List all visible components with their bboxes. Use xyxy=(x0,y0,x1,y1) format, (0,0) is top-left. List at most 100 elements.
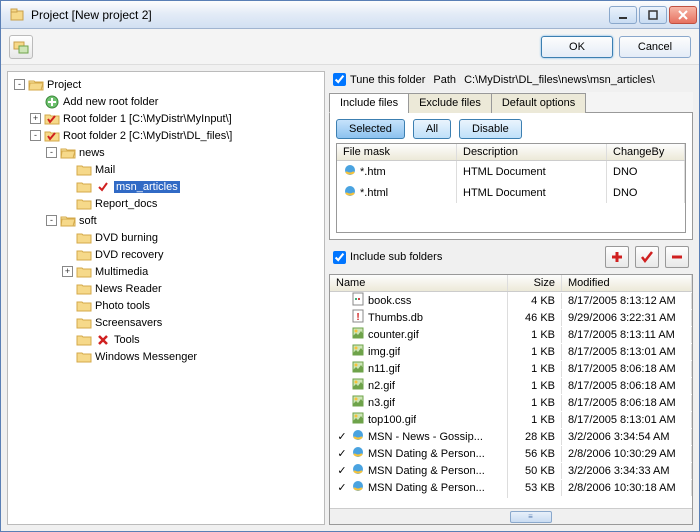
folder-icon xyxy=(76,247,92,263)
remove-button[interactable] xyxy=(665,246,689,268)
tree-item[interactable]: DVD burning xyxy=(60,229,322,246)
maximize-button[interactable] xyxy=(639,6,667,24)
col-description[interactable]: Description xyxy=(457,144,607,160)
tree-item[interactable]: Add new root folder xyxy=(28,93,322,110)
tabs: Include files Exclude files Default opti… xyxy=(329,92,693,113)
col-modified[interactable]: Modified xyxy=(562,275,692,291)
folder-tree[interactable]: - Project Add new root folder + Root folder … xyxy=(7,71,325,525)
all-button[interactable]: All xyxy=(413,119,451,139)
folder-icon xyxy=(76,264,92,280)
file-mask-table[interactable]: File mask Description ChangeBy *.htmHTML… xyxy=(336,143,686,233)
folder-icon xyxy=(76,179,92,195)
tree-twister[interactable]: - xyxy=(46,215,57,226)
tree-item[interactable]: + Root folder 1 [C:\MyDistr\MyInput\] xyxy=(28,110,322,127)
tree-item[interactable]: Windows Messenger xyxy=(60,348,322,365)
tree-item[interactable]: msn_articles xyxy=(60,178,322,195)
tree-twister xyxy=(62,232,73,243)
close-button[interactable] xyxy=(669,6,697,24)
tree-twister xyxy=(62,317,73,328)
app-icon xyxy=(9,7,25,23)
x-icon xyxy=(95,332,111,348)
titlebar[interactable]: Project [New project 2] xyxy=(1,1,699,29)
checkmark-icon: ✓ xyxy=(336,481,348,494)
svg-text:!: ! xyxy=(356,312,359,323)
tree-twister[interactable]: + xyxy=(62,266,73,277)
folder-check-icon xyxy=(44,111,60,127)
tree-item[interactable]: - Root folder 2 [C:\MyDistr\DL_files\] xyxy=(28,127,322,144)
tree-item[interactable]: - Project xyxy=(12,76,322,93)
tree-label: News Reader xyxy=(95,283,162,295)
toolbar: OK Cancel xyxy=(1,29,699,65)
ie-icon xyxy=(343,163,357,180)
col-size[interactable]: Size xyxy=(508,275,562,291)
tree-item[interactable]: Mail xyxy=(60,161,322,178)
tune-folder-checkbox[interactable]: Tune this folder xyxy=(333,73,425,86)
folder-icon xyxy=(76,281,92,297)
tree-item[interactable]: Photo tools xyxy=(60,297,322,314)
tree-item[interactable]: -soft xyxy=(44,212,322,229)
ok-button[interactable]: OK xyxy=(541,36,613,58)
include-subfolders-checkbox[interactable]: Include sub folders xyxy=(333,251,442,264)
horizontal-scrollbar[interactable]: ≡ xyxy=(330,508,692,524)
tree-label: Tools xyxy=(114,334,140,346)
window-title: Project [New project 2] xyxy=(31,8,607,22)
file-list[interactable]: Name Size Modified book.css4 KB8/17/2005… xyxy=(329,274,693,525)
tree-label: Windows Messenger xyxy=(95,351,197,363)
tree-twister xyxy=(62,198,73,209)
tree-item[interactable]: Report_docs xyxy=(60,195,322,212)
file-row[interactable]: ✓MSN Dating & Person...53 KB2/8/2006 10:… xyxy=(330,479,692,496)
selected-button[interactable]: Selected xyxy=(336,119,405,139)
tree-twister xyxy=(30,96,41,107)
tree-label: Project xyxy=(47,79,81,91)
tab-include-files[interactable]: Include files xyxy=(329,93,409,113)
check-icon xyxy=(95,179,111,195)
tree-item[interactable]: Screensavers xyxy=(60,314,322,331)
folder-icon xyxy=(76,315,92,331)
add-button[interactable] xyxy=(605,246,629,268)
path-label: Path xyxy=(433,74,456,86)
tree-item[interactable]: News Reader xyxy=(60,280,322,297)
mask-row[interactable]: *.htmlHTML DocumentDNO xyxy=(337,182,685,203)
tree-twister xyxy=(62,249,73,260)
folder-icon xyxy=(76,196,92,212)
folder-icon xyxy=(76,349,92,365)
checkmark-icon: ✓ xyxy=(336,464,348,477)
folder-icon xyxy=(76,332,92,348)
folder-open-icon xyxy=(60,213,76,229)
ie-icon xyxy=(351,479,365,496)
tree-label: DVD recovery xyxy=(95,249,163,261)
minimize-button[interactable] xyxy=(609,6,637,24)
col-name[interactable]: Name xyxy=(330,275,508,291)
tree-twister xyxy=(62,300,73,311)
tree-twister xyxy=(62,283,73,294)
check-button[interactable] xyxy=(635,246,659,268)
col-file-mask[interactable]: File mask xyxy=(337,144,457,160)
folder-open-icon xyxy=(60,145,76,161)
folder-icon xyxy=(76,298,92,314)
tab-exclude-files[interactable]: Exclude files xyxy=(408,93,492,113)
checkmark-icon: ✓ xyxy=(336,447,348,460)
ie-icon xyxy=(343,184,357,201)
tree-item[interactable]: -news xyxy=(44,144,322,161)
add-icon xyxy=(44,94,60,110)
tree-label: Root folder 2 [C:\MyDistr\DL_files\] xyxy=(63,130,232,142)
tree-label: Photo tools xyxy=(95,300,150,312)
folder-open-icon xyxy=(28,77,44,93)
toolbar-button[interactable] xyxy=(9,35,33,59)
tree-item[interactable]: +Multimedia xyxy=(60,263,322,280)
mask-row[interactable]: *.htmHTML DocumentDNO xyxy=(337,161,685,182)
tree-twister[interactable]: + xyxy=(30,113,41,124)
col-changeby[interactable]: ChangeBy xyxy=(607,144,685,160)
tree-twister[interactable]: - xyxy=(46,147,57,158)
tab-default-options[interactable]: Default options xyxy=(491,93,586,113)
cancel-button[interactable]: Cancel xyxy=(619,36,691,58)
tree-label: Root folder 1 [C:\MyDistr\MyInput\] xyxy=(63,113,232,125)
tree-twister[interactable]: - xyxy=(14,79,25,90)
tree-twister xyxy=(62,181,73,192)
tree-item[interactable]: DVD recovery xyxy=(60,246,322,263)
tree-item[interactable]: Tools xyxy=(60,331,322,348)
tree-label: Add new root folder xyxy=(63,96,158,108)
disable-button[interactable]: Disable xyxy=(459,119,522,139)
tree-twister xyxy=(62,334,73,345)
tree-twister[interactable]: - xyxy=(30,130,41,141)
